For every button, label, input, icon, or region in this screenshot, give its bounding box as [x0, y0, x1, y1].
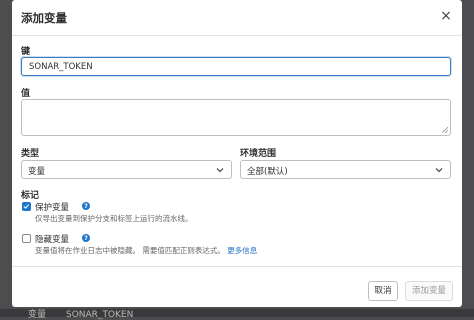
mask-variable-checkbox[interactable] — [22, 234, 31, 243]
resize-handle-icon[interactable] — [442, 127, 448, 133]
background-type-cell: 变量 — [28, 307, 46, 320]
check-icon — [23, 203, 30, 210]
key-input-value: SONAR_TOKEN — [29, 62, 93, 72]
protect-variable-hint: 仅导出变量到保护分支和标签上运行的流水线。 — [35, 213, 193, 224]
env-scope-select-value: 全部(默认) — [247, 165, 288, 177]
add-variable-button[interactable]: 添加变量 — [405, 281, 453, 301]
mask-variable-label[interactable]: 隐藏变量 — [35, 233, 69, 245]
protect-variable-label[interactable]: 保护变量 — [35, 201, 69, 213]
value-textarea[interactable] — [21, 99, 451, 136]
protect-variable-checkbox[interactable] — [22, 202, 31, 211]
flags-label: 标记 — [21, 188, 39, 201]
mask-variable-hint-text: 变量值将在作业日志中被隐藏。 需要值匹配正则表达式。 — [35, 246, 225, 255]
add-variable-modal: 添加变量 × 键 SONAR_TOKEN 值 类型 变量 环境范围 全部(默认)… — [12, 0, 462, 307]
modal-footer-divider — [12, 266, 462, 267]
background-table-row: 变量 SONAR_TOKEN — [0, 309, 474, 317]
more-info-link[interactable]: 更多信息 — [227, 246, 257, 255]
key-label: 键 — [21, 44, 30, 57]
modal-header: 添加变量 × — [12, 0, 462, 36]
close-icon[interactable]: × — [438, 8, 454, 24]
env-scope-label: 环境范围 — [240, 146, 276, 159]
type-select[interactable]: 变量 — [21, 160, 232, 179]
type-select-value: 变量 — [28, 165, 45, 177]
question-circle-icon[interactable]: ? — [82, 202, 90, 210]
chevron-down-icon — [215, 165, 225, 175]
value-label: 值 — [21, 86, 30, 99]
modal-title: 添加变量 — [21, 10, 67, 26]
background-key-cell: SONAR_TOKEN — [66, 310, 133, 320]
chevron-down-icon — [434, 165, 444, 175]
type-label: 类型 — [21, 146, 39, 159]
mask-variable-hint: 变量值将在作业日志中被隐藏。 需要值匹配正则表达式。 更多信息 — [35, 245, 257, 256]
key-input[interactable]: SONAR_TOKEN — [21, 57, 451, 76]
env-scope-select[interactable]: 全部(默认) — [240, 160, 451, 179]
question-circle-icon[interactable]: ? — [82, 234, 90, 242]
cancel-button[interactable]: 取消 — [368, 281, 398, 301]
